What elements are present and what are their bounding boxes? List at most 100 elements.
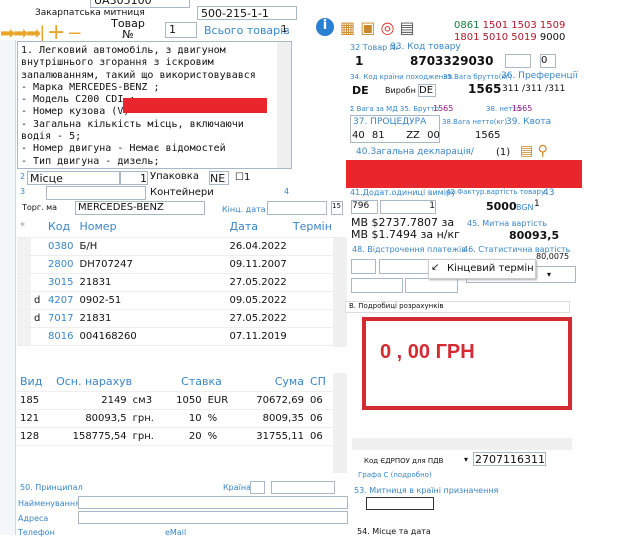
trademark-label: Торг. ма xyxy=(22,203,58,212)
boxes-icon: ▣ xyxy=(360,18,376,37)
top-field[interactable]: 500-215-1-1 xyxy=(197,6,297,20)
deferral-field-3[interactable] xyxy=(351,278,403,293)
description-line: 1. Легковий автомобіль, з двигуном xyxy=(21,45,226,56)
doc-row[interactable]: 8016 004168260 07.11.2019 xyxy=(17,327,335,346)
deferral-field-4[interactable] xyxy=(405,278,458,293)
g34-label: 34. Код країни походження xyxy=(350,73,453,81)
statistical-value[interactable]: 80,0075 xyxy=(536,252,569,261)
pack-checkbox[interactable]: ☐1 xyxy=(235,172,250,183)
sum-net: 1565 xyxy=(512,104,533,113)
gross-weight[interactable]: 1565 xyxy=(468,82,501,96)
maker-field[interactable]: DE xyxy=(418,84,436,97)
description-line: водія - 5; xyxy=(21,131,82,143)
deferral-field-2[interactable] xyxy=(379,259,429,274)
row-2-label: 2 xyxy=(20,172,26,181)
toolbar-icons[interactable]: ▦ ▣ ◎ ▤ xyxy=(340,18,415,37)
edrpou-dropdown[interactable]: ▾ xyxy=(464,455,468,464)
g53-field[interactable] xyxy=(366,497,434,510)
col-term: Термін xyxy=(289,217,335,238)
invoice-value[interactable]: 5000 xyxy=(486,200,517,213)
payment-row[interactable]: 185 2149 см3 1050 EUR 70672,69 06 xyxy=(17,391,335,410)
g43-value[interactable]: 1 xyxy=(534,199,540,209)
end-date-field[interactable] xyxy=(267,201,327,215)
g45-label: 45. Митна вартість xyxy=(467,219,548,228)
unit-code[interactable]: 796 xyxy=(351,200,378,214)
documents-scrollbar[interactable] xyxy=(333,237,347,347)
description-scrollbar[interactable] xyxy=(277,42,291,168)
trademark-field[interactable]: MERCEDES-BENZ xyxy=(75,201,205,215)
doc-row[interactable]: 3015 21831 27.05.2022 xyxy=(17,273,335,292)
payment-row[interactable]: 128 158775,54 грн. 20% 31755,11 06 xyxy=(17,427,335,446)
g33-label: 33. Код товару xyxy=(390,42,461,52)
total-label: Всього товарів xyxy=(204,24,290,37)
description-line: внутрішнього згорання з іскровим xyxy=(21,57,214,69)
doc-row[interactable]: d 4207 0902-51 09.05.2022 xyxy=(17,291,335,310)
payment-row[interactable]: 121 80093,5 грн. 10% 8009,35 06 xyxy=(17,409,335,428)
hs-extra[interactable] xyxy=(505,54,531,68)
right-h-scrollbar[interactable] xyxy=(352,438,572,450)
hs-code[interactable]: 8703329030 xyxy=(410,54,494,68)
net-weight[interactable]: 1565 xyxy=(475,130,500,141)
address-field[interactable] xyxy=(78,511,348,524)
documents-grid: * Код Номер Дата Термін 0380 Б/Н 26.04.2022 280… xyxy=(17,217,347,347)
country-field[interactable] xyxy=(250,481,265,494)
grafa-c-link[interactable]: Графа С (подробно) xyxy=(358,471,432,479)
calc-details-label: В. Подробиці розрахунків xyxy=(345,301,570,313)
payments-grid: Вид Осн. нарахув Ставка Сума СП 185 2149 см3 10… xyxy=(17,373,347,453)
place-qty[interactable]: 1 xyxy=(120,171,148,185)
pack-code[interactable]: NE xyxy=(209,171,229,185)
doc-row[interactable]: d 7017 21831 27.05.2022 xyxy=(17,309,335,328)
g39-label: 39. Квота xyxy=(506,117,552,127)
place-select[interactable]: Місце xyxy=(27,171,120,185)
pack-label: Упаковка xyxy=(150,171,199,182)
description-line: - Марка MERCEDES-BENZ ; xyxy=(21,81,160,93)
col-date: Дата xyxy=(226,217,290,238)
g40-label: 40.Загальна декларація/ xyxy=(356,147,474,157)
g53-label: 53. Митниця в країні призначення xyxy=(354,486,499,495)
table-icon: ▦ xyxy=(340,18,356,37)
doc-row[interactable]: 0380 Б/Н 26.04.2022 xyxy=(17,237,335,256)
deferral-field-1[interactable] xyxy=(351,259,376,274)
info-icon[interactable]: i xyxy=(316,18,334,36)
doc-row[interactable]: 2800 DH707247 09.11.2007 xyxy=(17,255,335,274)
payments-scrollbar[interactable] xyxy=(333,373,347,473)
address-label: Адреса xyxy=(18,514,49,523)
tooltip: ↙ Кінцевий термін xyxy=(428,259,536,279)
calendar-icon[interactable]: 15 xyxy=(331,201,343,215)
description-line: - Загальна кількість місць, включаючи xyxy=(21,118,244,130)
country-name-field[interactable] xyxy=(271,481,335,494)
item-select[interactable]: 1 xyxy=(165,22,197,38)
row-3-label: 3 xyxy=(20,187,26,196)
document-search-icon[interactable]: ▤ ⚲ xyxy=(520,143,548,159)
unit-qty[interactable]: 1 xyxy=(380,200,436,214)
item-number: 1 xyxy=(355,54,364,68)
g41-label: 41.Додат.одиниці виміру xyxy=(350,188,456,197)
g42-label: 42.Фактур.вартість товару xyxy=(446,188,546,196)
item-label: Товар № xyxy=(111,17,145,41)
preferences[interactable]: 311 /311 /311 xyxy=(502,84,565,94)
zero-field[interactable]: 0 xyxy=(540,54,556,68)
customs-value[interactable]: 80093,5 xyxy=(509,229,559,242)
mv-lines: МВ $2737.7807 за МВ $1.7494 за н/кг xyxy=(351,216,460,241)
col-code: Код xyxy=(45,217,77,238)
principal-label: 50. Принципал xyxy=(20,483,83,492)
g37-label: 37. ПРОЦЕДУРА xyxy=(353,117,427,127)
sum-gross-label: Σ Вага за МД 35. Брутто xyxy=(350,105,440,113)
customs-code-field[interactable]: UA305100 xyxy=(90,0,190,8)
containers-label: Контейнери xyxy=(150,187,214,198)
edrpou-field[interactable]: 2707116311 xyxy=(473,452,546,466)
phone-label: Телефон xyxy=(18,528,55,537)
description-line: - Номер двигуна - Немає відомостей xyxy=(21,143,226,155)
g36-label: 36. Преференції xyxy=(501,71,578,81)
lifebuoy-icon: ◎ xyxy=(380,18,395,37)
name-field[interactable] xyxy=(78,496,348,509)
sum-gross: 1565 xyxy=(433,104,454,113)
left-sidebar xyxy=(0,40,16,535)
origin-country[interactable]: DE xyxy=(352,84,369,97)
col-number: Номер xyxy=(76,217,227,238)
row-3-field[interactable] xyxy=(46,186,146,200)
name-label: Найменування xyxy=(18,499,80,508)
row-4-label: 4 xyxy=(284,187,290,196)
procedure-codes[interactable]: 40 81 ZZ 00 xyxy=(352,130,440,141)
edrpou-label: Код ЄДРПОУ для ПДВ xyxy=(364,457,444,465)
